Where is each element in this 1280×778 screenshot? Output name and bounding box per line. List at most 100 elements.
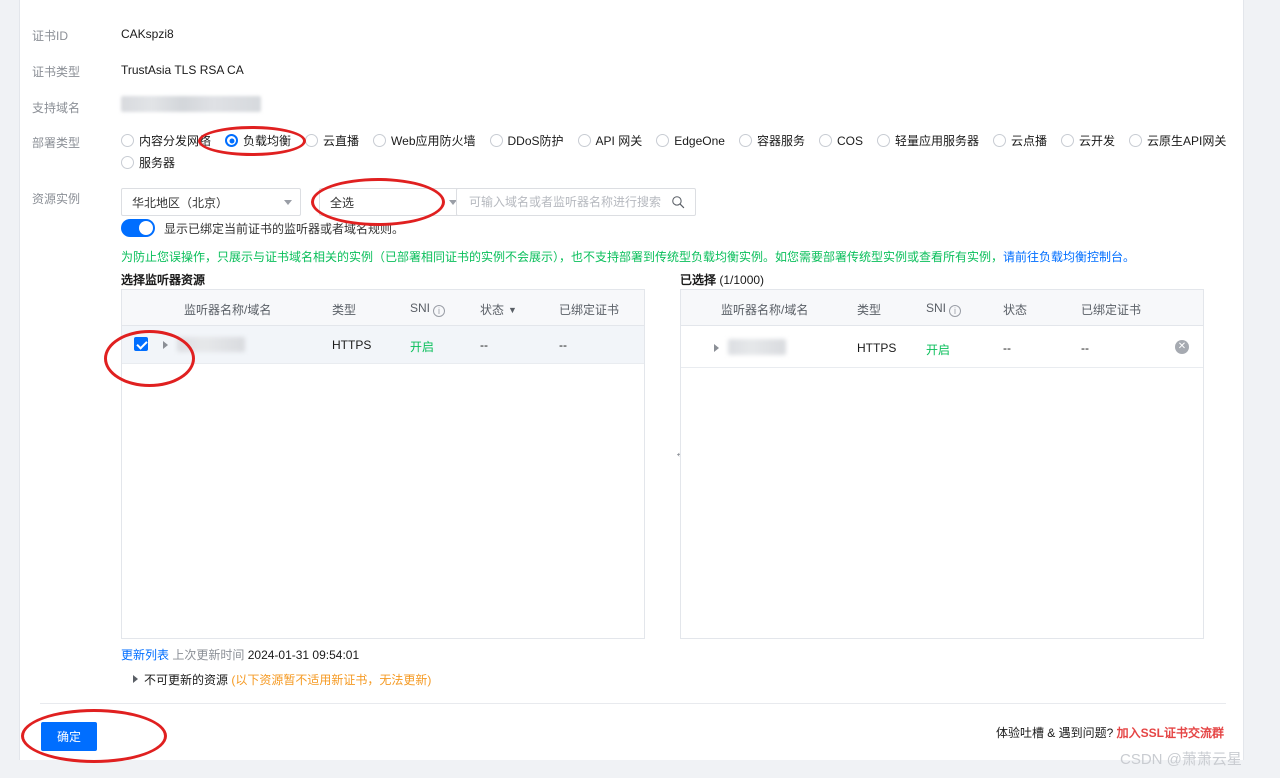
table-row[interactable]: HTTPS 开启 -- -- (122, 326, 644, 364)
field-value-supported-domain-redacted (121, 96, 261, 112)
selected-listeners-box: 监听器名称/域名 类型 SNI i 状态 已绑定证书 HTTPS 开启 -- --… (680, 289, 1204, 639)
row-listener-name-redacted (728, 339, 786, 355)
deploy-certificate-panel: 证书ID CAKspzi8 证书类型 TrustAsia TLS RSA CA … (19, 0, 1244, 760)
chevron-down-icon (284, 199, 292, 205)
join-ssl-group-link[interactable]: 加入SSL证书交流群 (1117, 726, 1224, 740)
col-sni-text: SNI (410, 301, 431, 315)
radio-label: 容器服务 (756, 134, 805, 148)
search-icon (672, 196, 685, 209)
deploy-type-radio-12[interactable]: 云原生API网关 (1129, 132, 1226, 149)
right-panel-title-text: 已选择 (680, 273, 717, 287)
radio-label: COS (836, 133, 863, 148)
filter-icon[interactable]: ▼ (508, 305, 517, 315)
deploy-type-radio-1[interactable]: 负载均衡 (225, 132, 291, 149)
deploy-type-radio-9[interactable]: 轻量应用服务器 (876, 132, 979, 149)
radio-icon (305, 134, 319, 147)
radio-label: 轻量应用服务器 (894, 134, 979, 148)
deploy-type-radio-3[interactable]: Web应用防火墙 (373, 132, 476, 149)
radio-label: 云开发 (1079, 134, 1116, 148)
right-panel-title: 已选择 (1/1000) (680, 271, 764, 288)
col-sni-text: SNI (926, 301, 947, 315)
radio-icon (1129, 134, 1143, 147)
deploy-type-radio-group-row1: 内容分发网络 负载均衡 云直播 Web应用防火墙 DDoS防护 API 网关 EdgeOne… (121, 132, 1240, 149)
expand-arrow-icon[interactable] (163, 341, 168, 349)
lb-console-link[interactable]: 请前往负载均衡控制台。 (1003, 250, 1135, 264)
radio-icon (876, 134, 890, 147)
unavailable-resources-title: 不可更新的资源 (144, 673, 229, 687)
row-type: HTTPS (332, 338, 372, 352)
remove-icon[interactable]: ✕ (1175, 340, 1189, 354)
radio-label: 云直播 (323, 134, 360, 148)
table-row[interactable]: HTTPS 开启 -- -- ✕ (681, 326, 1203, 368)
region-select[interactable]: 华北地区（北京） (121, 188, 301, 216)
csdn-watermark: CSDN @萧萧云星 (1120, 751, 1242, 768)
deploy-type-radio-4[interactable]: DDoS防护 (489, 132, 564, 149)
radio-label: EdgeOne (674, 133, 725, 148)
available-listeners-box: 监听器名称/域名 类型 SNI i 状态 ▼ 已绑定证书 HTTPS 开启 -- -… (121, 289, 645, 639)
deploy-type-radio-r2-0[interactable]: 服务器 (121, 154, 175, 171)
unavailable-resources-row[interactable]: 不可更新的资源 (以下资源暂不适用新证书，无法更新) (133, 671, 431, 688)
selected-listeners-header: 监听器名称/域名 类型 SNI i 状态 已绑定证书 (681, 290, 1203, 326)
footer-divider (40, 703, 1226, 704)
radio-icon (818, 134, 832, 147)
show-bound-listeners-toggle[interactable] (121, 219, 155, 237)
field-label-certificate-id: 证书ID (32, 29, 69, 43)
row-checkbox[interactable] (134, 337, 148, 351)
info-icon[interactable]: i (949, 305, 962, 317)
resource-notice: 为防止您误操作，只展示与证书域名相关的实例（已部署相同证书的实例不会展示），也不… (121, 248, 1135, 265)
col-bound-cert: 已绑定证书 (1081, 303, 1142, 317)
row-bound-cert: -- (1081, 341, 1089, 355)
row-type: HTTPS (857, 341, 897, 355)
row-status: -- (1003, 341, 1011, 355)
refresh-list-link[interactable]: 更新列表 (121, 648, 169, 662)
radio-icon (738, 134, 752, 147)
row-sni: 开启 (926, 343, 951, 357)
deploy-type-radio-8[interactable]: COS (818, 133, 863, 148)
radio-icon (992, 134, 1006, 147)
col-status: 状态 (1003, 303, 1028, 317)
field-label-certificate-type: 证书类型 (32, 65, 81, 79)
row-bound-cert: -- (559, 338, 567, 352)
deploy-type-radio-11[interactable]: 云开发 (1061, 132, 1115, 149)
deploy-type-radio-7[interactable]: 容器服务 (738, 132, 805, 149)
scope-select-value: 全选 (330, 195, 355, 210)
deploy-type-radio-5[interactable]: API 网关 (577, 132, 642, 149)
radio-icon (1061, 134, 1074, 147)
confirm-button[interactable]: 确定 (41, 722, 97, 751)
deploy-type-radio-10[interactable]: 云点播 (992, 132, 1047, 149)
right-panel-count: (1/1000) (719, 273, 765, 287)
search-box[interactable] (456, 188, 696, 216)
col-sni: SNI i (926, 301, 962, 317)
radio-icon (121, 134, 134, 147)
deploy-type-radio-0[interactable]: 内容分发网络 (121, 132, 211, 149)
col-type: 类型 (332, 303, 357, 317)
scope-select[interactable]: 全选 (319, 188, 466, 216)
show-bound-listeners-toggle-wrap[interactable]: 显示已绑定当前证书的监听器或者域名规则。 (121, 219, 404, 237)
available-listeners-header: 监听器名称/域名 类型 SNI i 状态 ▼ 已绑定证书 (122, 290, 644, 326)
radio-icon (121, 156, 134, 169)
deploy-type-radio-2[interactable]: 云直播 (305, 132, 359, 149)
field-value-certificate-id: CAKspzi8 (121, 27, 174, 41)
show-bound-listeners-label: 显示已绑定当前证书的监听器或者域名规则。 (164, 221, 405, 236)
field-value-certificate-type: TrustAsia TLS RSA CA (121, 63, 244, 77)
radio-label: 内容分发网络 (139, 134, 212, 148)
feedback-text: 体验吐槽 & 遇到问题? (995, 726, 1114, 740)
row-listener-name-redacted (177, 337, 245, 352)
info-icon[interactable]: i (433, 305, 446, 317)
update-list-line: 更新列表 上次更新时间 2024-01-31 09:54:01 (121, 646, 359, 663)
col-type: 类型 (857, 303, 882, 317)
radio-label: 服务器 (139, 156, 176, 170)
radio-icon (225, 134, 239, 147)
deploy-type-radio-6[interactable]: EdgeOne (656, 134, 725, 148)
col-listener-name: 监听器名称/域名 (721, 303, 809, 317)
radio-icon (489, 134, 503, 147)
radio-icon (373, 134, 387, 147)
last-update-label: 上次更新时间 (172, 648, 245, 662)
chevron-right-icon[interactable] (133, 675, 138, 683)
field-label-deploy-type: 部署类型 (32, 136, 81, 150)
radio-icon (656, 134, 670, 147)
expand-arrow-icon[interactable] (714, 344, 719, 352)
col-status: 状态 ▼ (480, 301, 517, 318)
search-input[interactable] (467, 194, 671, 210)
radio-label: 云点播 (1010, 134, 1047, 148)
